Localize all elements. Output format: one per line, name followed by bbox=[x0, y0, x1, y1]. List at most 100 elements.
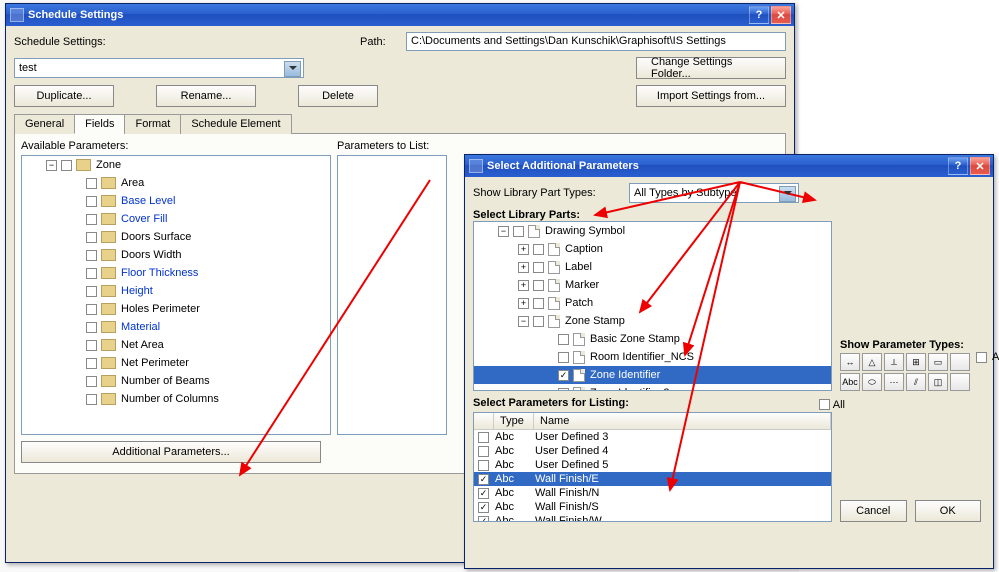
param-label[interactable]: Cover Fill bbox=[121, 213, 167, 225]
checkbox[interactable] bbox=[61, 160, 72, 171]
tree-node-label[interactable]: Zone Identifier bbox=[590, 369, 660, 381]
additional-params-button[interactable]: Additional Parameters... bbox=[21, 441, 321, 463]
expander-icon[interactable]: − bbox=[518, 316, 529, 327]
expander-icon[interactable]: + bbox=[518, 280, 529, 291]
checkbox[interactable] bbox=[478, 432, 489, 443]
param-row[interactable]: AbcUser Defined 4 bbox=[474, 444, 831, 458]
param-type-button[interactable] bbox=[950, 373, 970, 391]
param-label[interactable]: Net Perimeter bbox=[121, 357, 189, 369]
tree-node-label[interactable]: Basic Zone Stamp bbox=[590, 333, 680, 345]
checkbox[interactable] bbox=[86, 340, 97, 351]
param-type-button[interactable]: ◫ bbox=[928, 373, 948, 391]
param-label[interactable]: Doors Width bbox=[121, 249, 182, 261]
param-label[interactable]: Floor Thickness bbox=[121, 267, 198, 279]
tree-node-label[interactable]: Label bbox=[565, 261, 592, 273]
param-label[interactable]: Area bbox=[121, 177, 144, 189]
checkbox[interactable] bbox=[478, 516, 489, 523]
schedule-dropdown[interactable]: test bbox=[14, 58, 304, 78]
param-label[interactable]: Number of Beams bbox=[121, 375, 210, 387]
checkbox[interactable] bbox=[86, 286, 97, 297]
checkbox[interactable] bbox=[558, 352, 569, 363]
param-type-button[interactable]: ⫽ bbox=[906, 373, 926, 391]
delete-button[interactable]: Delete bbox=[298, 85, 378, 107]
titlebar[interactable]: Schedule Settings ? ✕ bbox=[6, 4, 794, 26]
param-type-button[interactable]: ▭ bbox=[928, 353, 948, 371]
param-row[interactable]: AbcWall Finish/W bbox=[474, 514, 831, 522]
expander-icon[interactable]: + bbox=[518, 262, 529, 273]
param-label[interactable]: Height bbox=[121, 285, 153, 297]
params-listing[interactable]: Type Name AbcUser Defined 3AbcUser Defin… bbox=[473, 412, 832, 522]
checkbox[interactable] bbox=[533, 262, 544, 273]
param-row[interactable]: AbcUser Defined 3 bbox=[474, 430, 831, 444]
cancel-button[interactable]: Cancel bbox=[840, 500, 907, 522]
param-label[interactable]: Base Level bbox=[121, 195, 175, 207]
checkbox[interactable] bbox=[478, 502, 489, 513]
param-type-button[interactable]: ↔ bbox=[840, 353, 860, 371]
checkbox[interactable] bbox=[533, 316, 544, 327]
col-type[interactable]: Type bbox=[494, 413, 534, 429]
checkbox[interactable] bbox=[86, 214, 97, 225]
tab-schedule-element[interactable]: Schedule Element bbox=[180, 114, 291, 134]
checkbox[interactable] bbox=[478, 474, 489, 485]
checkbox[interactable] bbox=[86, 178, 97, 189]
param-type-button[interactable]: ⊞ bbox=[906, 353, 926, 371]
all-params-checkbox[interactable] bbox=[819, 399, 830, 410]
param-label[interactable]: Doors Surface bbox=[121, 231, 191, 243]
help-button[interactable]: ? bbox=[749, 6, 769, 24]
tree-node-label[interactable]: Zone Identifier 2 bbox=[590, 387, 670, 391]
param-type-button[interactable]: ⬭ bbox=[862, 373, 882, 391]
param-type-button[interactable] bbox=[950, 353, 970, 371]
expander-icon[interactable]: + bbox=[518, 298, 529, 309]
expander-icon[interactable]: − bbox=[498, 226, 509, 237]
expander-icon[interactable]: + bbox=[518, 244, 529, 255]
checkbox[interactable] bbox=[86, 304, 97, 315]
checkbox[interactable] bbox=[513, 226, 524, 237]
library-parts-tree[interactable]: − Drawing Symbol +Caption+Label+Marker+P… bbox=[473, 221, 832, 391]
expander-icon[interactable]: − bbox=[46, 160, 57, 171]
close-button[interactable]: ✕ bbox=[771, 6, 791, 24]
tree-node-label[interactable]: Patch bbox=[565, 297, 593, 309]
param-type-button[interactable]: ⟂ bbox=[884, 353, 904, 371]
param-type-button[interactable]: △ bbox=[862, 353, 882, 371]
close-button[interactable]: ✕ bbox=[970, 157, 990, 175]
checkbox[interactable] bbox=[558, 334, 569, 345]
param-row[interactable]: AbcWall Finish/S bbox=[474, 500, 831, 514]
param-label[interactable]: Material bbox=[121, 321, 160, 333]
checkbox[interactable] bbox=[86, 196, 97, 207]
type-dropdown[interactable]: All Types by Subtype bbox=[629, 183, 799, 203]
available-params-tree[interactable]: − Zone AreaBase LevelCover FillDoors Sur… bbox=[21, 155, 331, 435]
checkbox[interactable] bbox=[533, 244, 544, 255]
checkbox[interactable] bbox=[86, 376, 97, 387]
checkbox[interactable] bbox=[478, 460, 489, 471]
param-label[interactable]: Number of Columns bbox=[121, 393, 219, 405]
checkbox[interactable] bbox=[533, 280, 544, 291]
duplicate-button[interactable]: Duplicate... bbox=[14, 85, 114, 107]
tab-general[interactable]: General bbox=[14, 114, 75, 134]
tree-node-label[interactable]: Caption bbox=[565, 243, 603, 255]
rename-button[interactable]: Rename... bbox=[156, 85, 256, 107]
checkbox[interactable] bbox=[558, 388, 569, 392]
param-row[interactable]: AbcWall Finish/N bbox=[474, 486, 831, 500]
checkbox[interactable] bbox=[558, 370, 569, 381]
param-type-button[interactable]: Abc bbox=[840, 373, 860, 391]
checkbox[interactable] bbox=[478, 488, 489, 499]
col-name[interactable]: Name bbox=[534, 413, 831, 429]
checkbox[interactable] bbox=[86, 232, 97, 243]
tab-fields[interactable]: Fields bbox=[74, 114, 125, 134]
titlebar[interactable]: Select Additional Parameters ? ✕ bbox=[465, 155, 993, 177]
param-label[interactable]: Net Area bbox=[121, 339, 164, 351]
tree-node-label[interactable]: Marker bbox=[565, 279, 599, 291]
params-to-list[interactable] bbox=[337, 155, 447, 435]
checkbox[interactable] bbox=[86, 358, 97, 369]
checkbox[interactable] bbox=[86, 322, 97, 333]
import-settings-button[interactable]: Import Settings from... bbox=[636, 85, 786, 107]
checkbox[interactable] bbox=[533, 298, 544, 309]
checkbox[interactable] bbox=[86, 250, 97, 261]
param-row[interactable]: AbcWall Finish/E bbox=[474, 472, 831, 486]
tab-format[interactable]: Format bbox=[124, 114, 181, 134]
checkbox[interactable] bbox=[86, 268, 97, 279]
param-row[interactable]: AbcUser Defined 5 bbox=[474, 458, 831, 472]
ok-button[interactable]: OK bbox=[915, 500, 982, 522]
param-label[interactable]: Holes Perimeter bbox=[121, 303, 200, 315]
checkbox[interactable] bbox=[86, 394, 97, 405]
